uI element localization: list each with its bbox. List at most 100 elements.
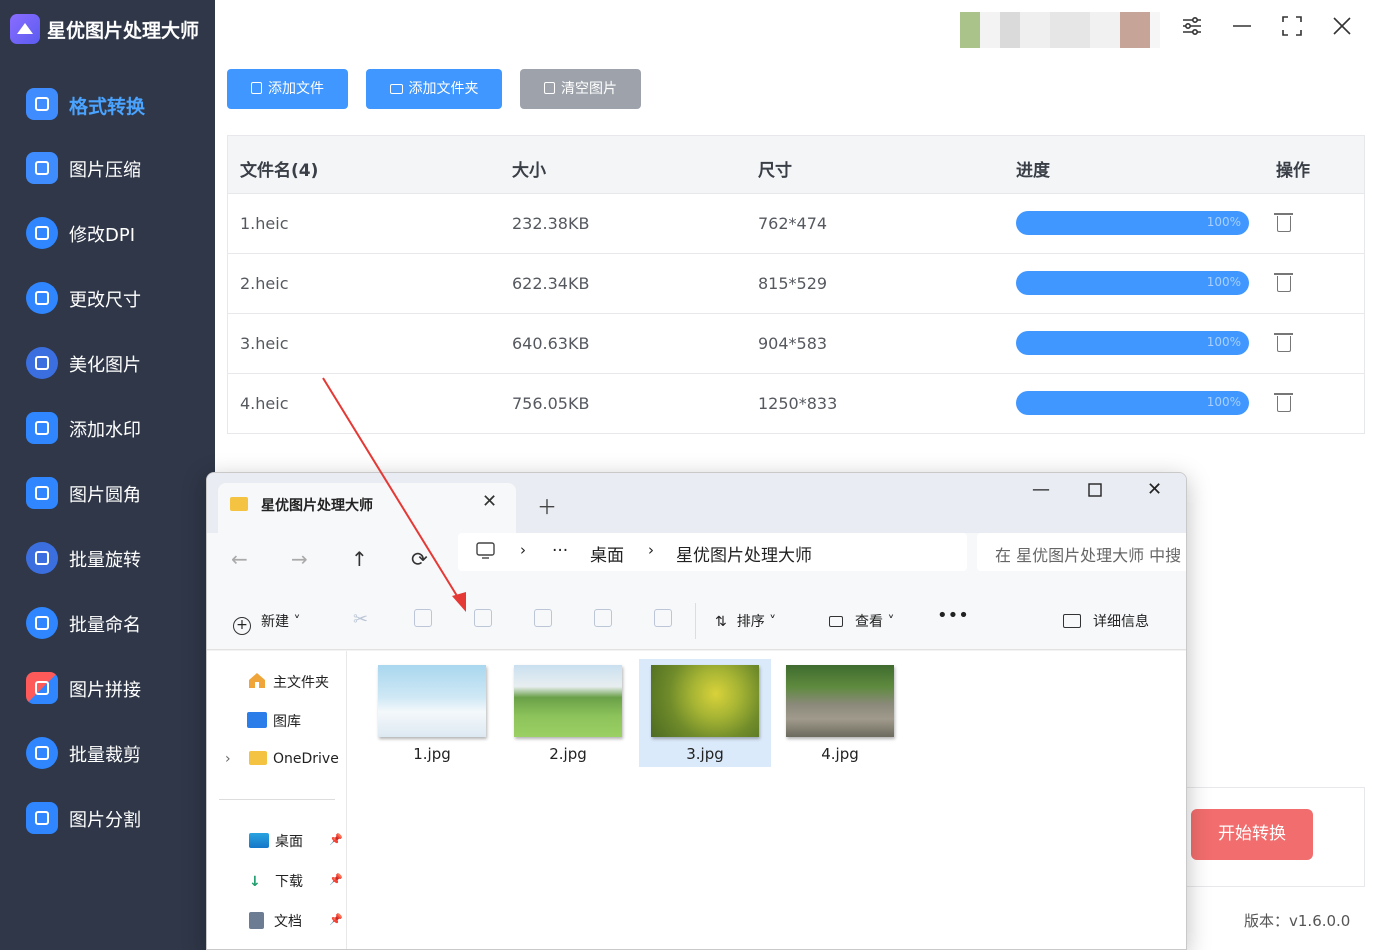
progress-text: 100% bbox=[1206, 275, 1241, 289]
cell-filename: 4.heic bbox=[240, 394, 289, 413]
delete-icon[interactable] bbox=[1274, 393, 1293, 412]
close-icon[interactable] bbox=[1327, 15, 1357, 45]
file-name[interactable]: 1.jpg bbox=[378, 745, 486, 763]
cell-filename: 2.heic bbox=[240, 274, 289, 293]
paste-icon[interactable] bbox=[474, 609, 492, 627]
clear-images-button[interactable]: 清空图片 bbox=[520, 69, 641, 109]
sidebar: 星优图片处理大师 格式转换 图片压缩 修改DPI 更改尺寸 美化图片 添加水印 … bbox=[0, 0, 215, 950]
minimize-icon[interactable] bbox=[1227, 15, 1257, 45]
sidebar-item-label: 图片圆角 bbox=[69, 485, 141, 506]
file-thumbnail[interactable] bbox=[786, 665, 894, 737]
desktop-icon bbox=[249, 833, 269, 848]
sidebar-item-split[interactable]: 图片分割 bbox=[0, 788, 215, 848]
gallery-icon bbox=[247, 712, 267, 728]
progress-bar: 100% bbox=[1016, 271, 1249, 295]
new-tab-icon[interactable]: ＋ bbox=[537, 491, 557, 520]
sidebar-item-round-corner[interactable]: 图片圆角 bbox=[0, 463, 215, 523]
folder-icon bbox=[230, 497, 248, 511]
sidebar-item-beautify[interactable]: 美化图片 bbox=[0, 333, 215, 393]
address-bar[interactable]: › ··· 桌面 › 星优图片处理大师 bbox=[458, 533, 967, 571]
file-name[interactable]: 3.jpg bbox=[651, 745, 759, 763]
pin-icon[interactable]: 📌 bbox=[329, 913, 343, 926]
breadcrumb-folder[interactable]: 星优图片处理大师 bbox=[676, 541, 812, 566]
explorer-tab[interactable]: 星优图片处理大师 ✕ bbox=[218, 483, 516, 533]
refresh-icon[interactable]: ⟳ bbox=[411, 547, 428, 571]
nav-item-downloads[interactable]: ↓ 下载 bbox=[249, 871, 303, 891]
resize-icon bbox=[26, 282, 58, 314]
this-pc-icon[interactable] bbox=[476, 542, 496, 565]
delete-icon[interactable] bbox=[1274, 273, 1293, 292]
sidebar-item-dpi[interactable]: 修改DPI bbox=[0, 203, 215, 263]
back-arrow-icon[interactable]: ← bbox=[231, 547, 248, 571]
maximize-icon[interactable] bbox=[1277, 15, 1307, 45]
sidebar-item-crop[interactable]: 批量裁剪 bbox=[0, 723, 215, 783]
sidebar-item-format-convert[interactable]: 格式转换 bbox=[0, 74, 215, 134]
add-file-button[interactable]: 添加文件 bbox=[227, 69, 348, 109]
explorer-command-bar: + 新建 ˅ ✂ ⇅ 排序 ˅ 查看 ˅ ••• 详细信息 bbox=[207, 593, 1186, 650]
file-name[interactable]: 2.jpg bbox=[514, 745, 622, 763]
maximize-icon[interactable] bbox=[1088, 481, 1102, 502]
nav-item-desktop[interactable]: 桌面 bbox=[249, 831, 303, 851]
close-tab-icon[interactable]: ✕ bbox=[482, 491, 497, 512]
delete-icon[interactable] bbox=[1274, 333, 1293, 352]
nav-item-home[interactable]: 主文件夹 bbox=[247, 671, 329, 692]
beautify-icon bbox=[26, 347, 58, 379]
delete-icon[interactable] bbox=[1274, 213, 1293, 232]
start-convert-button[interactable]: 开始转换 bbox=[1191, 809, 1313, 860]
nav-item-gallery[interactable]: 图库 bbox=[247, 711, 301, 731]
pin-icon[interactable]: 📌 bbox=[329, 873, 343, 886]
cell-size: 756.05KB bbox=[512, 394, 590, 413]
dpi-icon bbox=[26, 217, 58, 249]
file-thumbnail[interactable] bbox=[514, 665, 622, 737]
new-label: 新建 bbox=[261, 614, 289, 630]
view-button[interactable]: 查看 ˅ bbox=[829, 611, 894, 631]
sidebar-item-rename[interactable]: 批量命名 bbox=[0, 593, 215, 653]
crop-icon bbox=[26, 737, 58, 769]
document-icon bbox=[249, 912, 264, 929]
settings-sliders-icon[interactable] bbox=[1177, 15, 1207, 45]
sidebar-item-rotate[interactable]: 批量旋转 bbox=[0, 528, 215, 588]
add-folder-button[interactable]: 添加文件夹 bbox=[366, 69, 502, 109]
file-explorer-window: 星优图片处理大师 ✕ ＋ — ✕ ← → ↑ ⟳ › ··· 桌面 › 星优图片… bbox=[206, 472, 1187, 950]
sidebar-item-compress[interactable]: 图片压缩 bbox=[0, 138, 215, 198]
share-icon[interactable] bbox=[594, 609, 612, 627]
sidebar-item-resize[interactable]: 更改尺寸 bbox=[0, 268, 215, 328]
delete-icon[interactable] bbox=[654, 609, 672, 627]
file-name[interactable]: 4.jpg bbox=[786, 745, 894, 763]
nav-label: 主文件夹 bbox=[273, 675, 329, 691]
more-options-icon[interactable]: ••• bbox=[937, 605, 969, 626]
sort-button[interactable]: ⇅ 排序 ˅ bbox=[715, 611, 776, 631]
progress-bar: 100% bbox=[1016, 391, 1249, 415]
avatar[interactable] bbox=[960, 12, 1160, 48]
sidebar-item-label: 批量裁剪 bbox=[69, 745, 141, 766]
sidebar-item-stitch[interactable]: 图片拼接 bbox=[0, 658, 215, 718]
progress-bar: 100% bbox=[1016, 331, 1249, 355]
file-thumbnail[interactable] bbox=[651, 665, 759, 737]
more-crumbs-icon[interactable]: ··· bbox=[552, 541, 568, 561]
sidebar-item-label: 美化图片 bbox=[69, 355, 141, 376]
image-convert-icon bbox=[26, 88, 58, 120]
new-button[interactable]: + 新建 ˅ bbox=[233, 611, 300, 635]
copy-icon[interactable] bbox=[414, 609, 432, 627]
forward-arrow-icon[interactable]: → bbox=[291, 547, 308, 571]
up-arrow-icon[interactable]: ↑ bbox=[351, 547, 368, 571]
pin-icon[interactable]: 📌 bbox=[329, 833, 343, 846]
nav-label: 图库 bbox=[273, 714, 301, 730]
divider bbox=[219, 799, 335, 800]
chevron-right-icon: › bbox=[520, 541, 526, 559]
sidebar-item-watermark[interactable]: 添加水印 bbox=[0, 398, 215, 458]
close-icon[interactable]: ✕ bbox=[1147, 479, 1162, 500]
table-row: 4.heic 756.05KB 1250*833 100% bbox=[228, 374, 1364, 434]
expand-chevron-icon[interactable]: › bbox=[225, 751, 231, 767]
details-button[interactable]: 详细信息 bbox=[1063, 611, 1149, 631]
rename-icon[interactable] bbox=[534, 609, 552, 627]
minimize-icon[interactable]: — bbox=[1032, 479, 1050, 500]
cut-icon[interactable]: ✂ bbox=[353, 609, 371, 630]
nav-item-documents[interactable]: 文档 bbox=[249, 911, 302, 931]
nav-item-onedrive[interactable]: OneDrive bbox=[249, 751, 339, 767]
search-input[interactable]: 在 星优图片处理大师 中搜 bbox=[977, 533, 1186, 571]
explorer-tab-bar: 星优图片处理大师 ✕ ＋ — ✕ bbox=[207, 473, 1186, 533]
file-thumbnail[interactable] bbox=[378, 665, 486, 737]
column-header-dimensions: 尺寸 bbox=[758, 161, 792, 181]
breadcrumb-desktop[interactable]: 桌面 bbox=[590, 541, 624, 566]
